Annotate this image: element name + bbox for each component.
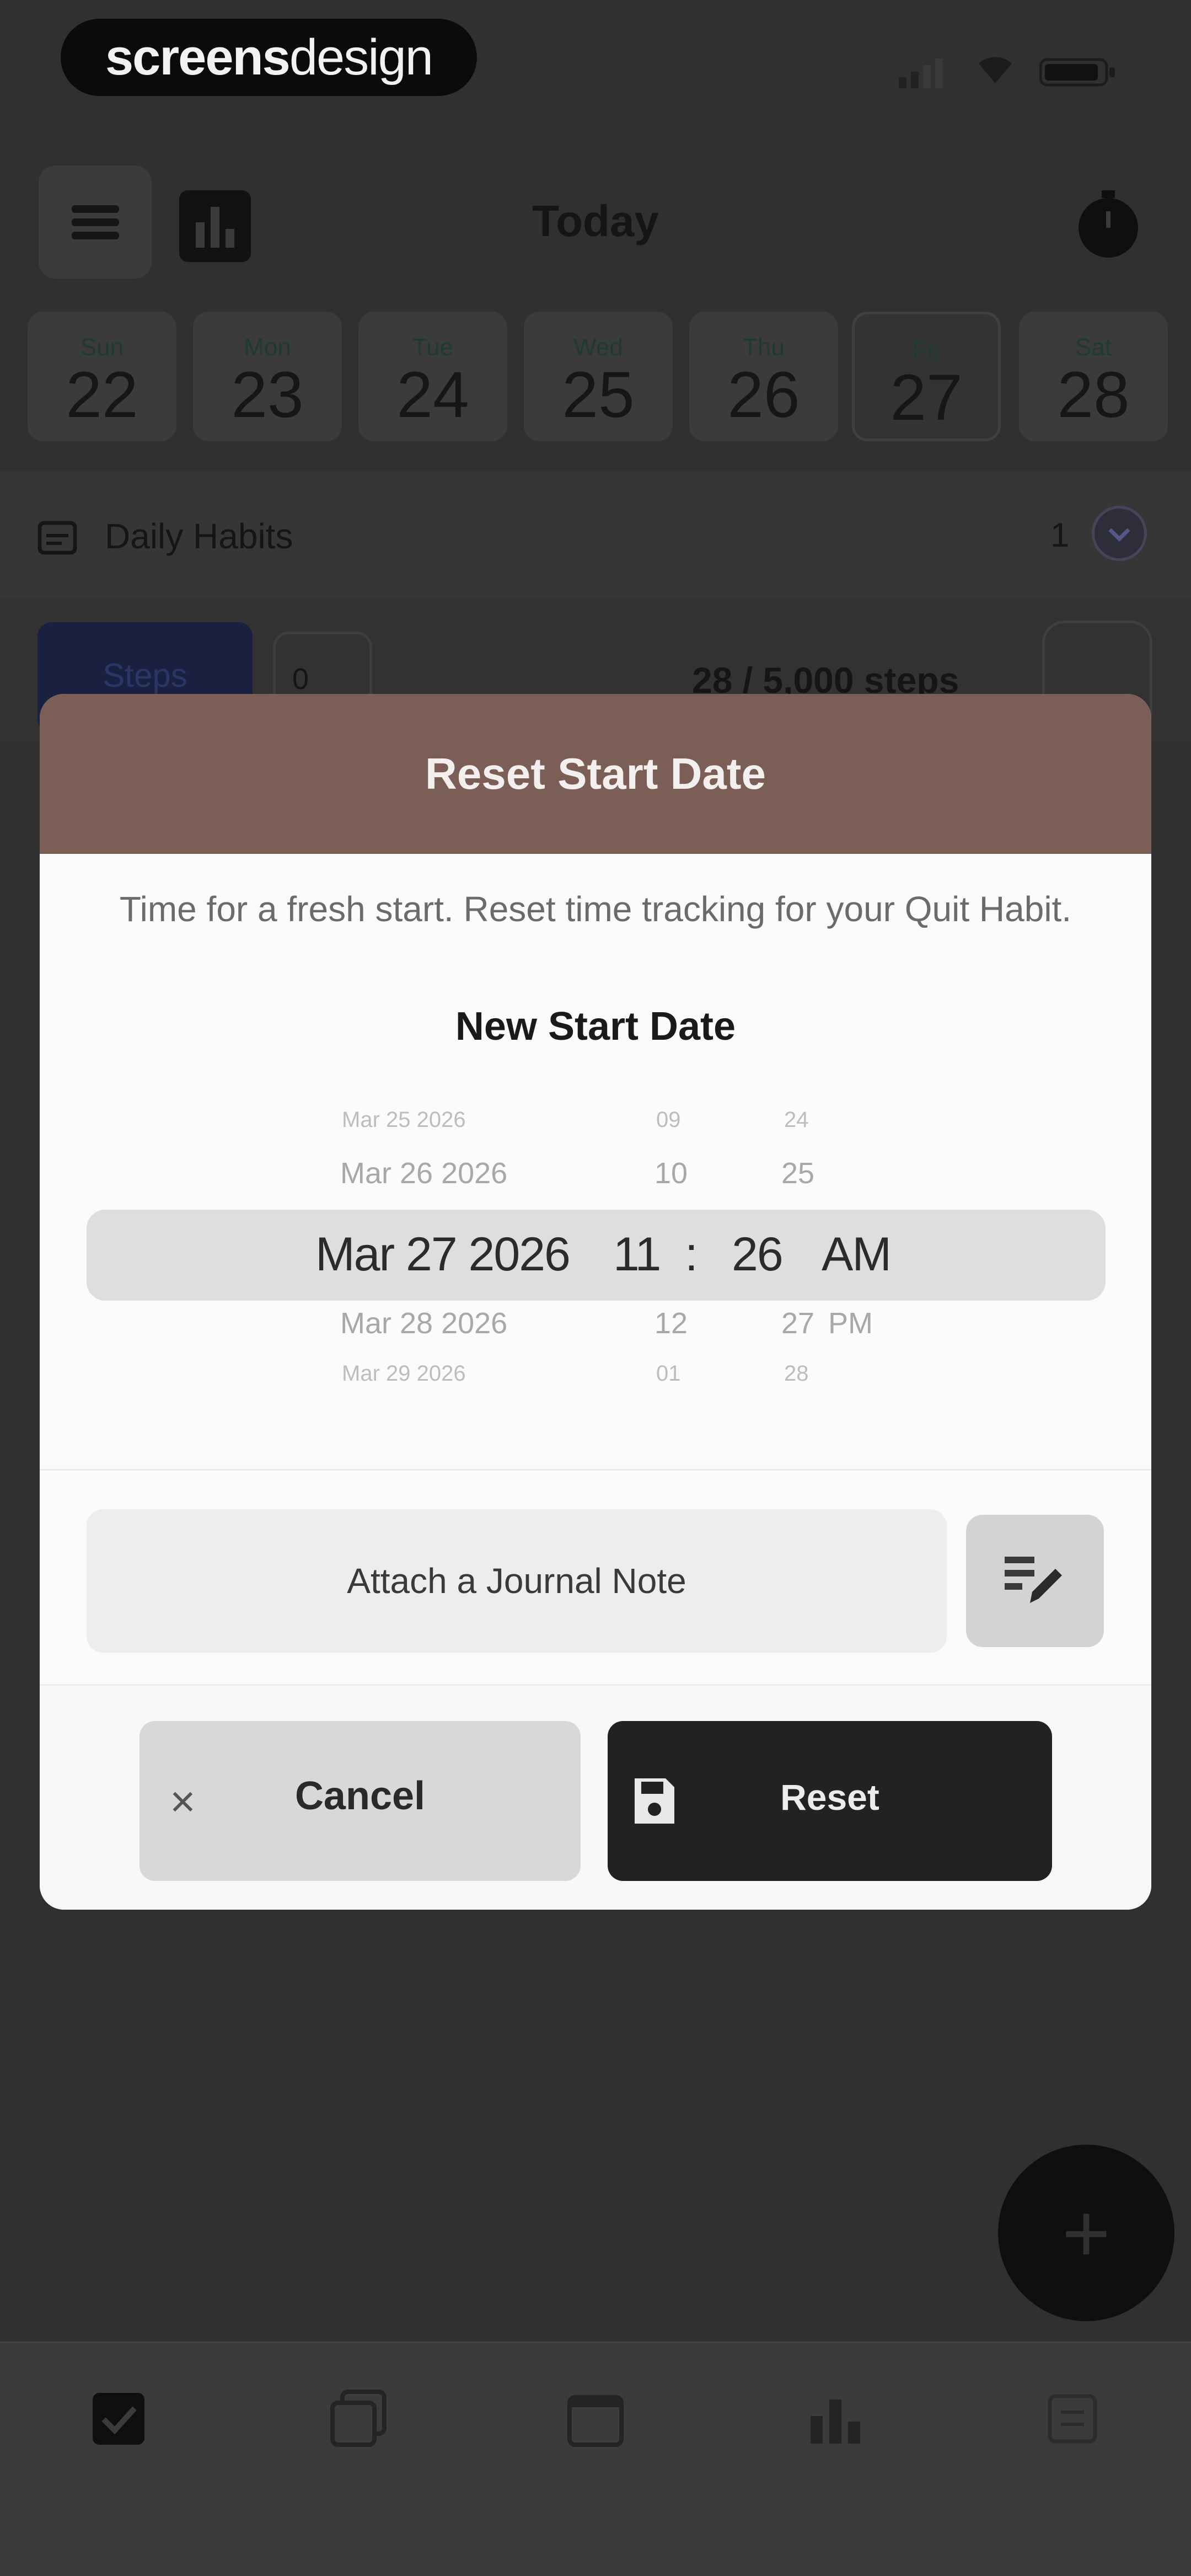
calendar-list-icon	[37, 521, 77, 555]
picker-hour[interactable]: 12	[654, 1306, 688, 1340]
day-name: Wed	[573, 334, 623, 361]
battery-icon	[1039, 58, 1115, 87]
day-number: 26	[727, 359, 800, 431]
divider	[40, 1469, 1151, 1471]
page-title: Today	[532, 196, 659, 245]
picker-separator: :	[685, 1228, 698, 1281]
new-start-date-label: New Start Date	[455, 1004, 736, 1049]
tab-journal-icon[interactable]	[328, 2388, 389, 2449]
chevron-down-icon[interactable]	[1092, 506, 1147, 561]
day-mon[interactable]: Mon 23	[193, 312, 342, 441]
day-number: 24	[396, 359, 469, 431]
picker-ampm[interactable]: PM	[828, 1306, 873, 1340]
picker-minute-selected[interactable]: 26	[732, 1227, 784, 1282]
picker-date[interactable]: Mar 25 2026	[342, 1108, 466, 1132]
picker-hour[interactable]: 10	[654, 1156, 688, 1190]
picker-date-selected[interactable]: Mar 27 2026	[315, 1227, 571, 1282]
picker-date[interactable]: Mar 29 2026	[342, 1361, 466, 1386]
section-count: 1	[1050, 516, 1070, 554]
day-name: Tue	[412, 334, 454, 361]
picker-date[interactable]: Mar 28 2026	[340, 1306, 507, 1340]
picker-hour[interactable]: 01	[656, 1361, 681, 1386]
day-sat[interactable]: Sat 28	[1019, 312, 1168, 441]
picker-minute[interactable]: 27	[781, 1306, 814, 1340]
tab-calendar-icon[interactable]	[565, 2388, 626, 2449]
bottom-tab-bar	[0, 2342, 1191, 2576]
picker-date[interactable]: Mar 26 2026	[340, 1156, 507, 1190]
day-name: Mon	[244, 334, 291, 361]
dialog-description: Time for a fresh start. Reset time track…	[119, 889, 1072, 929]
timer-icon[interactable]	[1075, 190, 1141, 259]
picker-minute[interactable]: 28	[784, 1361, 809, 1386]
day-thu[interactable]: Thu 26	[689, 312, 838, 441]
day-wed[interactable]: Wed 25	[524, 312, 673, 441]
menu-button[interactable]	[39, 165, 152, 279]
day-name: Thu	[743, 334, 785, 361]
divider	[40, 1684, 1151, 1686]
date-time-picker-selection	[87, 1210, 1106, 1301]
day-number: 23	[231, 359, 304, 431]
picker-minute[interactable]: 25	[781, 1156, 814, 1190]
day-name: Sat	[1075, 334, 1112, 361]
day-name: Sun	[80, 334, 124, 361]
edit-note-button[interactable]	[966, 1515, 1104, 1647]
plus-icon: +	[1062, 2186, 1110, 2279]
day-fri[interactable]: Fri 27	[852, 312, 1001, 441]
attach-journal-note-button[interactable]: Attach a Journal Note	[87, 1509, 947, 1653]
wifi-icon	[979, 57, 1012, 83]
add-habit-button[interactable]: +	[998, 2145, 1174, 2321]
cancel-button[interactable]: × Cancel	[140, 1721, 581, 1881]
tab-stats-icon[interactable]	[805, 2388, 866, 2449]
day-tue[interactable]: Tue 24	[358, 312, 507, 441]
signal-icon	[899, 58, 943, 88]
tab-settings-icon[interactable]	[1042, 2388, 1103, 2449]
day-name: Fri	[912, 336, 941, 364]
stats-icon[interactable]	[179, 190, 251, 262]
section-title: Daily Habits	[105, 516, 293, 556]
day-number: 28	[1057, 359, 1130, 431]
dialog-title: Reset Start Date	[40, 694, 1151, 854]
picker-minute[interactable]: 24	[784, 1108, 809, 1132]
picker-hour[interactable]: 09	[656, 1108, 681, 1132]
edit-note-icon	[1005, 1557, 1062, 1603]
day-number: 25	[562, 359, 635, 431]
picker-hour-selected[interactable]: 11	[613, 1227, 661, 1282]
reset-start-date-dialog: Reset Start Date Time for a fresh start.…	[40, 694, 1151, 1910]
reset-button[interactable]: Reset	[608, 1721, 1052, 1881]
day-number: 22	[66, 359, 138, 431]
tab-habits-checkbox-icon[interactable]	[88, 2388, 149, 2449]
screensdesign-logo: screens design	[61, 19, 477, 96]
day-sun[interactable]: Sun 22	[28, 312, 176, 441]
picker-ampm-selected[interactable]: AM	[822, 1227, 892, 1282]
day-number: 27	[890, 361, 963, 434]
